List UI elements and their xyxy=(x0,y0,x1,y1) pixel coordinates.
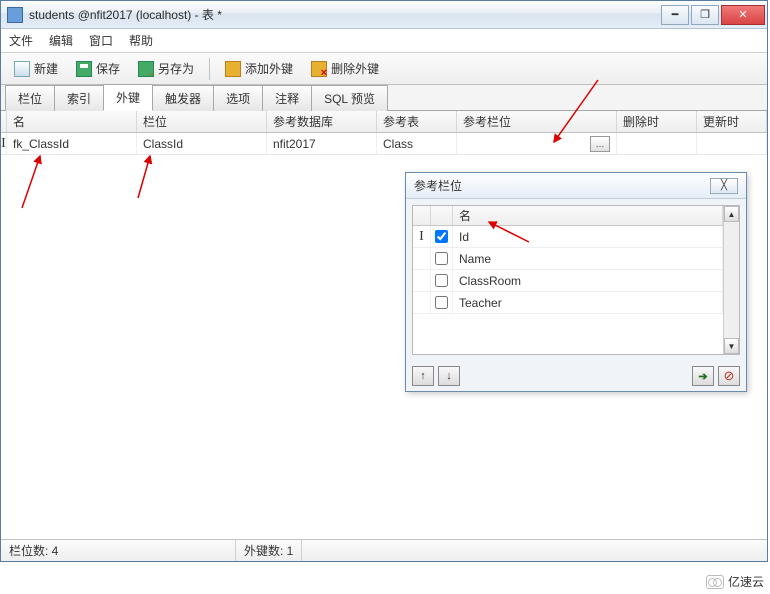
checkbox[interactable] xyxy=(435,230,448,243)
menu-edit[interactable]: 编辑 xyxy=(49,32,73,49)
menu-file[interactable]: 文件 xyxy=(9,32,33,49)
popup-row-cursor: I xyxy=(413,226,431,247)
scroll-up-icon[interactable]: ▲ xyxy=(724,206,739,222)
popup-close-button[interactable]: ╳ xyxy=(710,178,738,194)
cell-refcol[interactable]: … xyxy=(457,133,617,154)
popup-row-cursor xyxy=(413,292,431,313)
cell-name[interactable]: fk_ClassId xyxy=(7,133,137,154)
add-fk-button[interactable]: 添加外键 xyxy=(218,56,300,81)
tabstrip: 栏位 索引 外键 触发器 选项 注释 SQL 预览 xyxy=(1,85,767,111)
cancel-button[interactable]: ⊘ xyxy=(718,366,740,386)
col-column[interactable]: 栏位 xyxy=(137,111,267,132)
watermark-icon xyxy=(706,575,724,589)
col-reftbl[interactable]: 参考表 xyxy=(377,111,457,132)
popup-row-label: ClassRoom xyxy=(453,270,723,291)
popup-row-cursor xyxy=(413,248,431,269)
refcol-picker-button[interactable]: … xyxy=(590,136,610,152)
checkbox[interactable] xyxy=(435,296,448,309)
popup-list-header: 名 xyxy=(413,206,723,226)
tab-sql-preview[interactable]: SQL 预览 xyxy=(311,85,388,111)
grid-row[interactable]: I fk_ClassId ClassId nfit2017 Class … xyxy=(1,133,767,155)
popup-header-cursor xyxy=(413,206,431,225)
popup-list: 名 I IdNameClassRoomTeacher ▲ ▼ xyxy=(412,205,740,355)
col-onupdate[interactable]: 更新时 xyxy=(697,111,767,132)
status-field-count: 栏位数: 4 xyxy=(1,540,236,561)
menu-help[interactable]: 帮助 xyxy=(129,32,153,49)
popup-row-label: Teacher xyxy=(453,292,723,313)
tab-fields[interactable]: 栏位 xyxy=(5,85,55,111)
popup-row[interactable]: I Id xyxy=(413,226,723,248)
col-refdb[interactable]: 参考数据库 xyxy=(267,111,377,132)
minimize-button[interactable]: ━ xyxy=(661,5,689,25)
watermark: 亿速云 xyxy=(706,573,764,590)
menu-window[interactable]: 窗口 xyxy=(89,32,113,49)
window-buttons: ━ ❐ ✕ xyxy=(661,5,765,25)
popup-row[interactable]: ClassRoom xyxy=(413,270,723,292)
menubar: 文件 编辑 窗口 帮助 xyxy=(1,29,767,53)
popup-row-label: Name xyxy=(453,248,723,269)
saveas-button[interactable]: 另存为 xyxy=(131,56,201,81)
delete-fk-icon xyxy=(311,61,327,77)
toolbar-separator xyxy=(209,58,210,80)
titlebar: students @nfit2017 (localhost) - 表 * ━ ❐… xyxy=(1,1,767,29)
window-title: students @nfit2017 (localhost) - 表 * xyxy=(29,6,661,23)
cell-column[interactable]: ClassId xyxy=(137,133,267,154)
popup-header-name[interactable]: 名 xyxy=(453,206,723,225)
popup-footer: ↑ ↓ ➔ ⊘ xyxy=(406,361,746,391)
popup-scrollbar[interactable]: ▲ ▼ xyxy=(723,206,739,354)
col-name[interactable]: 名 xyxy=(7,111,137,132)
save-icon xyxy=(76,61,92,77)
ref-column-popup: 参考栏位 ╳ 名 I IdNameClassRoomTeacher ▲ ▼ ↑ ↓… xyxy=(405,172,747,392)
cell-onupdate[interactable] xyxy=(697,133,767,154)
app-icon xyxy=(7,7,23,23)
tab-comments[interactable]: 注释 xyxy=(262,85,312,111)
saveas-icon xyxy=(138,61,154,77)
checkbox[interactable] xyxy=(435,274,448,287)
popup-row-checkbox[interactable] xyxy=(431,292,453,313)
popup-row[interactable]: Name xyxy=(413,248,723,270)
col-refcol[interactable]: 参考栏位 xyxy=(457,111,617,132)
save-button[interactable]: 保存 xyxy=(69,56,127,81)
statusbar: 栏位数: 4 外键数: 1 xyxy=(1,539,767,561)
status-fk-count: 外键数: 1 xyxy=(236,540,302,561)
popup-header-check xyxy=(431,206,453,225)
tab-triggers[interactable]: 触发器 xyxy=(152,85,214,111)
tab-options[interactable]: 选项 xyxy=(213,85,263,111)
popup-row-checkbox[interactable] xyxy=(431,226,453,247)
tab-foreign-keys[interactable]: 外键 xyxy=(103,84,153,111)
popup-list-main: 名 I IdNameClassRoomTeacher xyxy=(413,206,723,354)
new-icon xyxy=(14,61,30,77)
tab-indexes[interactable]: 索引 xyxy=(54,85,104,111)
popup-row-checkbox[interactable] xyxy=(431,248,453,269)
maximize-button[interactable]: ❐ xyxy=(691,5,719,25)
col-ondelete[interactable]: 删除时 xyxy=(617,111,697,132)
popup-body: 名 I IdNameClassRoomTeacher ▲ ▼ xyxy=(406,199,746,361)
delete-fk-button[interactable]: 删除外键 xyxy=(304,56,386,81)
grid-header: 名 栏位 参考数据库 参考表 参考栏位 删除时 更新时 xyxy=(1,111,767,133)
add-fk-icon xyxy=(225,61,241,77)
new-button[interactable]: 新建 xyxy=(7,56,65,81)
popup-row-label: Id xyxy=(453,226,723,247)
cell-refdb[interactable]: nfit2017 xyxy=(267,133,377,154)
cell-ondelete[interactable] xyxy=(617,133,697,154)
popup-row[interactable]: Teacher xyxy=(413,292,723,314)
popup-titlebar: 参考栏位 ╳ xyxy=(406,173,746,199)
move-up-button[interactable]: ↑ xyxy=(412,366,434,386)
popup-row-cursor xyxy=(413,270,431,291)
popup-row-checkbox[interactable] xyxy=(431,270,453,291)
cell-reftbl[interactable]: Class xyxy=(377,133,457,154)
checkbox[interactable] xyxy=(435,252,448,265)
toolbar: 新建 保存 另存为 添加外键 删除外键 xyxy=(1,53,767,85)
scroll-down-icon[interactable]: ▼ xyxy=(724,338,739,354)
close-button[interactable]: ✕ xyxy=(721,5,765,25)
ok-button[interactable]: ➔ xyxy=(692,366,714,386)
move-down-button[interactable]: ↓ xyxy=(438,366,460,386)
popup-title: 参考栏位 xyxy=(414,177,710,194)
